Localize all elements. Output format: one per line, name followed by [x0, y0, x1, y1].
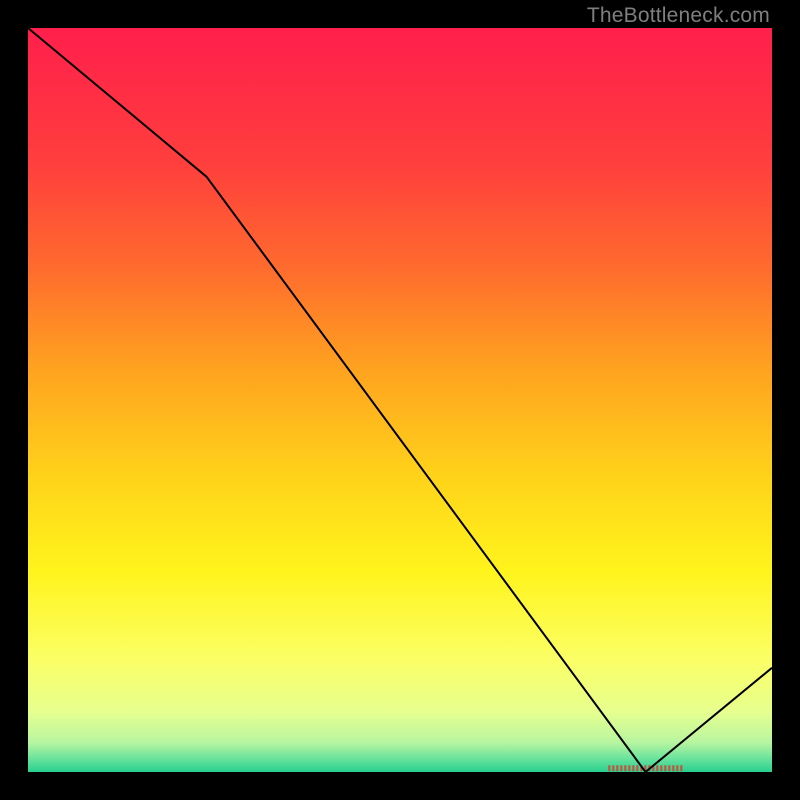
chart-background	[28, 28, 772, 772]
chart-frame	[28, 28, 772, 772]
bottleneck-chart	[28, 28, 772, 772]
watermark-text: TheBottleneck.com	[587, 4, 770, 28]
